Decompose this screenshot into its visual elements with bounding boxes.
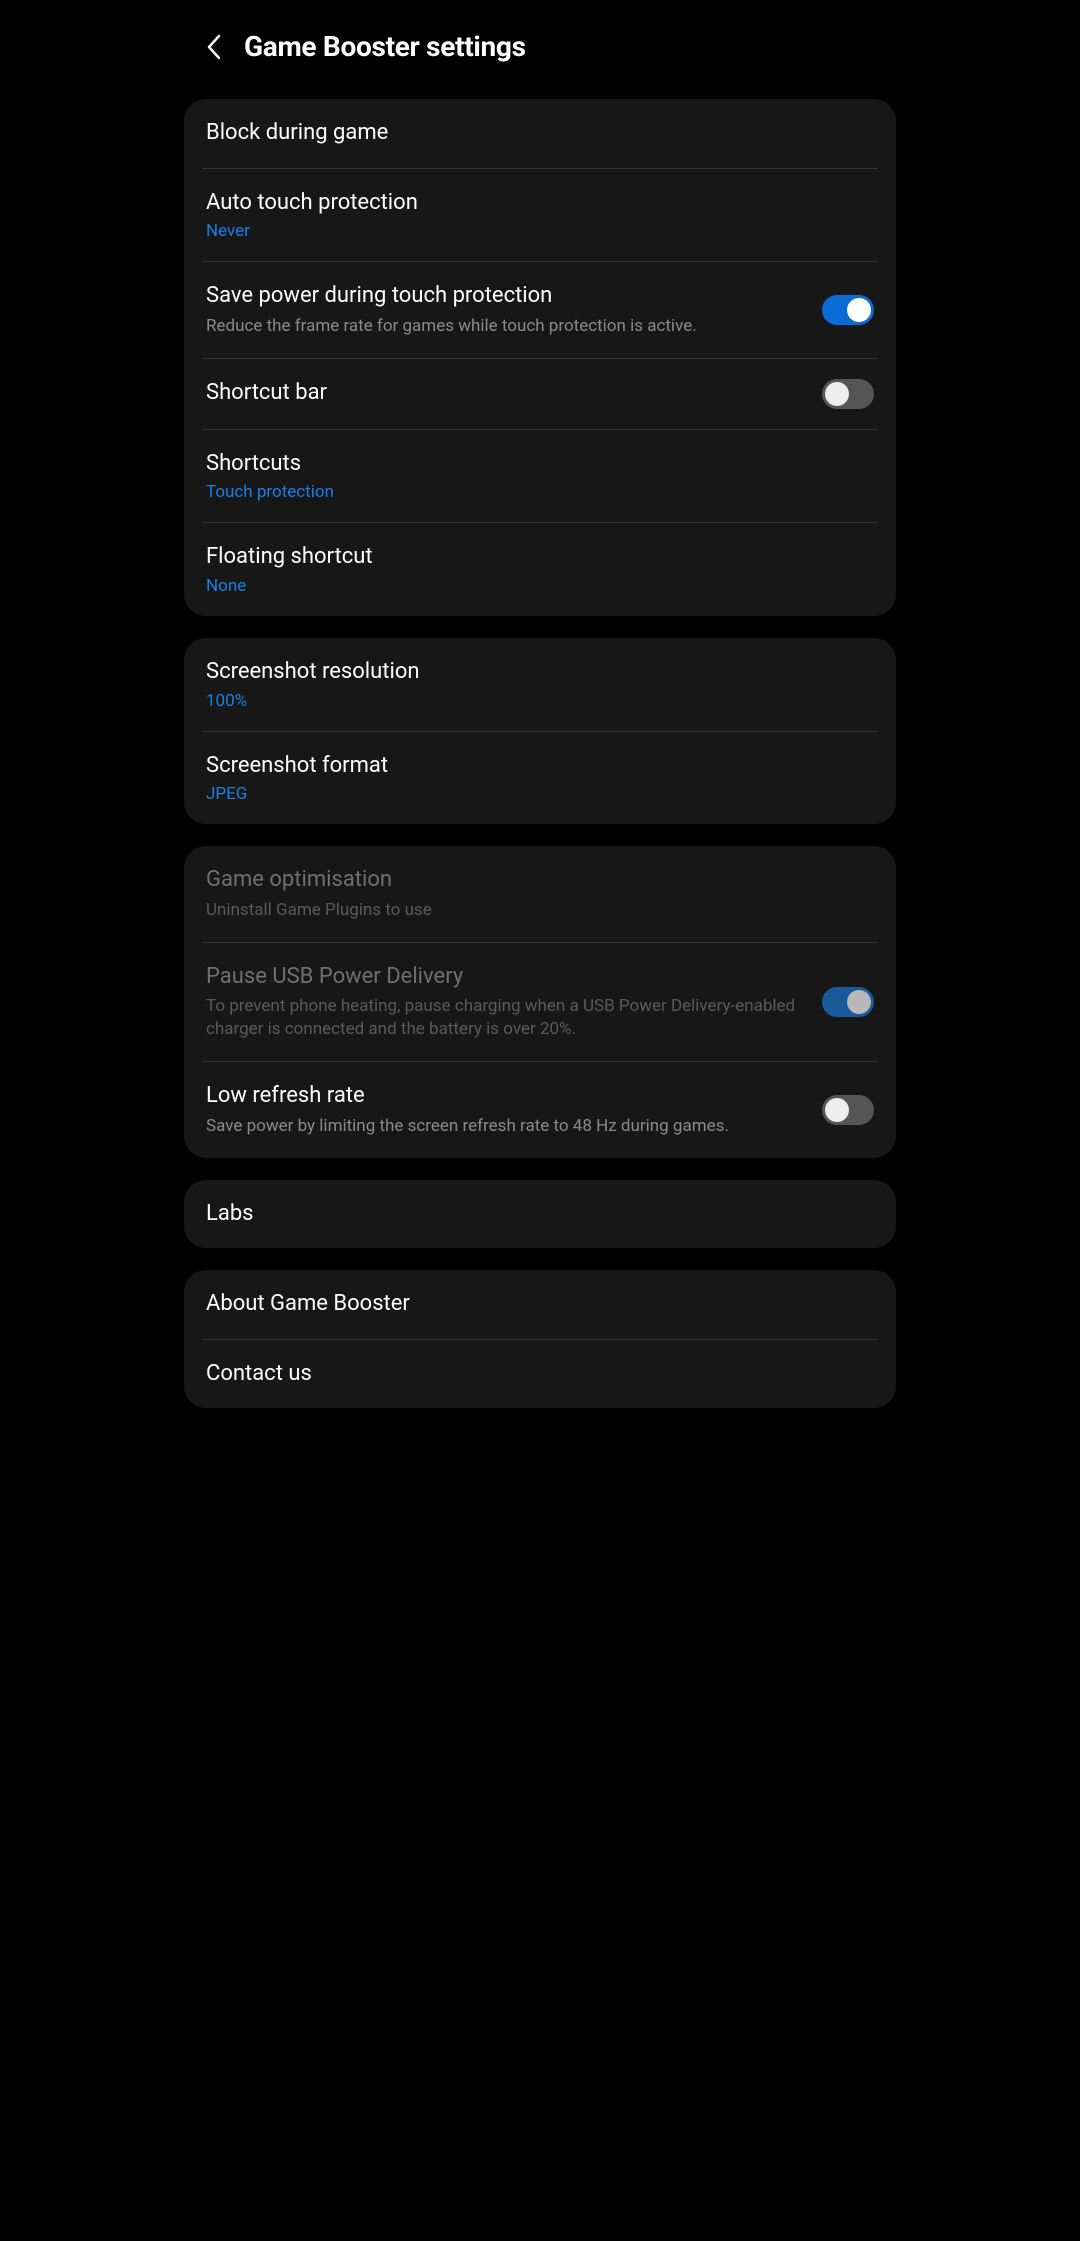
row-subtitle: To prevent phone heating, pause charging… (206, 995, 822, 1041)
row-title: Labs (206, 1200, 874, 1229)
row-value: Touch protection (206, 482, 874, 502)
screenshot-format-row[interactable]: Screenshot format JPEG (184, 732, 896, 825)
shortcut-bar-row[interactable]: Shortcut bar (184, 359, 896, 429)
row-title: Save power during touch protection (206, 282, 822, 311)
pause-usb-toggle[interactable] (822, 987, 874, 1017)
settings-group-1: Block during game Auto touch protection … (184, 99, 896, 616)
row-value: Never (206, 221, 874, 241)
row-title: Block during game (206, 119, 874, 148)
shortcuts-row[interactable]: Shortcuts Touch protection (184, 430, 896, 523)
settings-group-2: Screenshot resolution 100% Screenshot fo… (184, 638, 896, 824)
low-refresh-toggle[interactable] (822, 1095, 874, 1125)
row-title: Floating shortcut (206, 543, 874, 572)
save-power-row[interactable]: Save power during touch protection Reduc… (184, 262, 896, 358)
about-row[interactable]: About Game Booster (184, 1270, 896, 1339)
row-value: None (206, 576, 874, 596)
save-power-toggle[interactable] (822, 295, 874, 325)
auto-touch-protection-row[interactable]: Auto touch protection Never (184, 169, 896, 262)
row-title: About Game Booster (206, 1290, 874, 1319)
row-title: Contact us (206, 1360, 874, 1389)
row-title: Game optimisation (206, 866, 874, 895)
labs-row[interactable]: Labs (184, 1180, 896, 1249)
low-refresh-row[interactable]: Low refresh rate Save power by limiting … (184, 1062, 896, 1158)
row-subtitle: Uninstall Game Plugins to use (206, 899, 874, 922)
row-title: Screenshot resolution (206, 658, 874, 687)
row-value: 100% (206, 691, 874, 711)
pause-usb-row[interactable]: Pause USB Power Delivery To prevent phon… (184, 943, 896, 1061)
settings-group-4: Labs (184, 1180, 896, 1249)
row-title: Pause USB Power Delivery (206, 963, 822, 992)
back-button[interactable] (204, 37, 224, 57)
row-value: JPEG (206, 784, 874, 804)
shortcut-bar-toggle[interactable] (822, 379, 874, 409)
chevron-left-icon (206, 34, 222, 60)
page-title: Game Booster settings (244, 30, 526, 63)
screenshot-resolution-row[interactable]: Screenshot resolution 100% (184, 638, 896, 731)
row-title: Shortcuts (206, 450, 874, 479)
row-title: Shortcut bar (206, 379, 822, 408)
header: Game Booster settings (180, 0, 900, 99)
floating-shortcut-row[interactable]: Floating shortcut None (184, 523, 896, 616)
row-title: Auto touch protection (206, 189, 874, 218)
row-subtitle: Save power by limiting the screen refres… (206, 1115, 822, 1138)
settings-group-5: About Game Booster Contact us (184, 1270, 896, 1408)
game-optimisation-row[interactable]: Game optimisation Uninstall Game Plugins… (184, 846, 896, 942)
block-during-game-row[interactable]: Block during game (184, 99, 896, 168)
settings-group-3: Game optimisation Uninstall Game Plugins… (184, 846, 896, 1158)
row-title: Low refresh rate (206, 1082, 822, 1111)
contact-us-row[interactable]: Contact us (184, 1340, 896, 1409)
row-subtitle: Reduce the frame rate for games while to… (206, 315, 822, 338)
row-title: Screenshot format (206, 752, 874, 781)
